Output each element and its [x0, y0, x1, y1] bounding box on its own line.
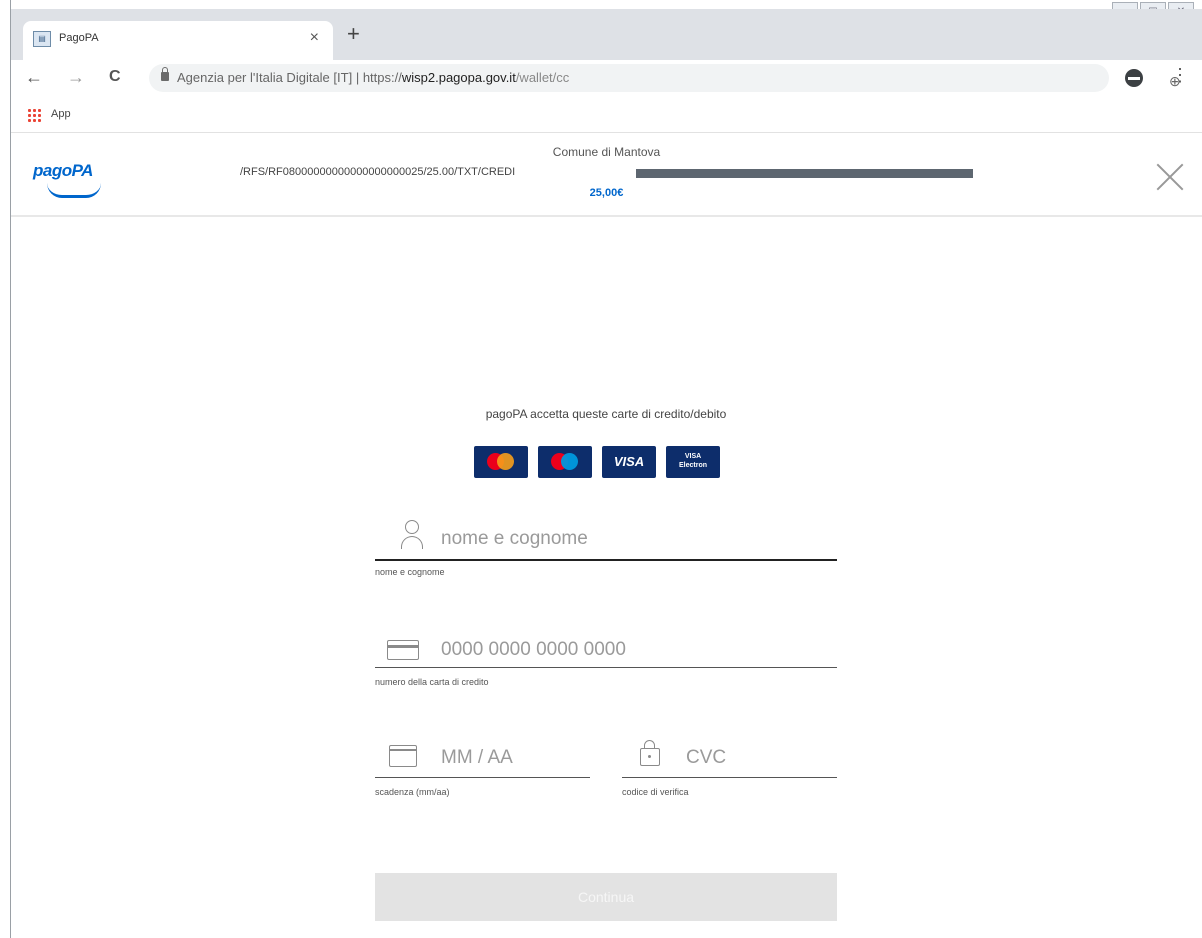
merchant-name: Comune di Mantova: [552, 145, 661, 159]
continue-button[interactable]: Continua: [375, 873, 837, 921]
mastercard-logo: [474, 446, 528, 478]
tab-pagopa[interactable]: ▤ PagoPA ×: [23, 21, 333, 60]
new-tab-button[interactable]: +: [347, 23, 360, 45]
url-text: Agenzia per l'Italia Digitale [IT] | htt…: [177, 70, 569, 85]
user-icon: [399, 520, 425, 552]
pagopa-favicon-icon: ▤: [33, 31, 51, 47]
window-top-edge: [0, 0, 1202, 9]
address-bar[interactable]: Agenzia per l'Italia Digitale [IT] | htt…: [149, 64, 1181, 92]
url-scheme: https://: [362, 70, 402, 85]
name-field[interactable]: [375, 514, 837, 561]
tab-close-icon[interactable]: ×: [310, 29, 319, 47]
tab-strip: ▤ PagoPA × +: [11, 9, 1202, 60]
name-input[interactable]: [439, 524, 823, 554]
payment-header: pagoPA Comune di Mantova /RFS/RF08000000…: [11, 133, 1202, 217]
card-number-helper: numero della carta di credito: [375, 677, 489, 687]
accepted-cards-text: pagoPA accetta queste carte di credito/d…: [485, 407, 727, 421]
expiry-helper: scadenza (mm/aa): [375, 787, 450, 797]
card-number-field[interactable]: [375, 625, 837, 668]
back-arrow-icon[interactable]: ←: [25, 66, 43, 88]
tab-title: PagoPA: [59, 32, 99, 44]
apps-bookmark[interactable]: App: [51, 108, 71, 120]
browser-menu-icon[interactable]: ⋮: [1171, 64, 1189, 86]
browser-toolbar: ← → C Agenzia per l'Italia Digitale [IT]…: [11, 60, 1202, 96]
visa-electron-logo: VISA Electron: [666, 446, 720, 478]
cvc-helper: codice di verifica: [622, 787, 689, 797]
expiry-field[interactable]: [375, 733, 590, 778]
lock-icon[interactable]: [161, 67, 169, 81]
bookmarks-bar: App: [11, 96, 1202, 133]
payment-amount: 25,00€: [589, 187, 624, 199]
forward-arrow-icon[interactable]: →: [67, 66, 85, 88]
redacted-bar: [636, 169, 973, 178]
url-host: wisp2.pagopa.gov.it: [401, 70, 516, 85]
expiry-input[interactable]: [439, 743, 583, 773]
card-logos: VISA VISA Electron: [474, 446, 720, 478]
cvc-input[interactable]: [684, 743, 828, 773]
url-separator: |: [355, 70, 360, 85]
url-path: /wallet/cc: [515, 70, 570, 85]
site-identity: Agenzia per l'Italia Digitale [IT]: [177, 70, 353, 85]
window-left-edge: [0, 0, 11, 938]
reload-icon[interactable]: C: [109, 66, 121, 88]
maestro-logo: [538, 446, 592, 478]
profile-icon[interactable]: [1125, 69, 1143, 87]
card-number-input[interactable]: [439, 635, 823, 665]
payment-reference: /RFS/RF08000000000000000000025/25.00/TXT…: [240, 166, 516, 178]
close-icon[interactable]: [1154, 161, 1186, 193]
pagopa-logo: pagoPA: [33, 161, 93, 180]
credit-card-icon: [387, 640, 419, 660]
name-helper: nome e cognome: [375, 567, 445, 577]
cvc-field[interactable]: [622, 733, 837, 778]
visa-logo: VISA: [602, 446, 656, 478]
calendar-icon: [389, 745, 417, 767]
apps-grid-icon[interactable]: [27, 108, 41, 122]
padlock-icon: [640, 740, 660, 766]
